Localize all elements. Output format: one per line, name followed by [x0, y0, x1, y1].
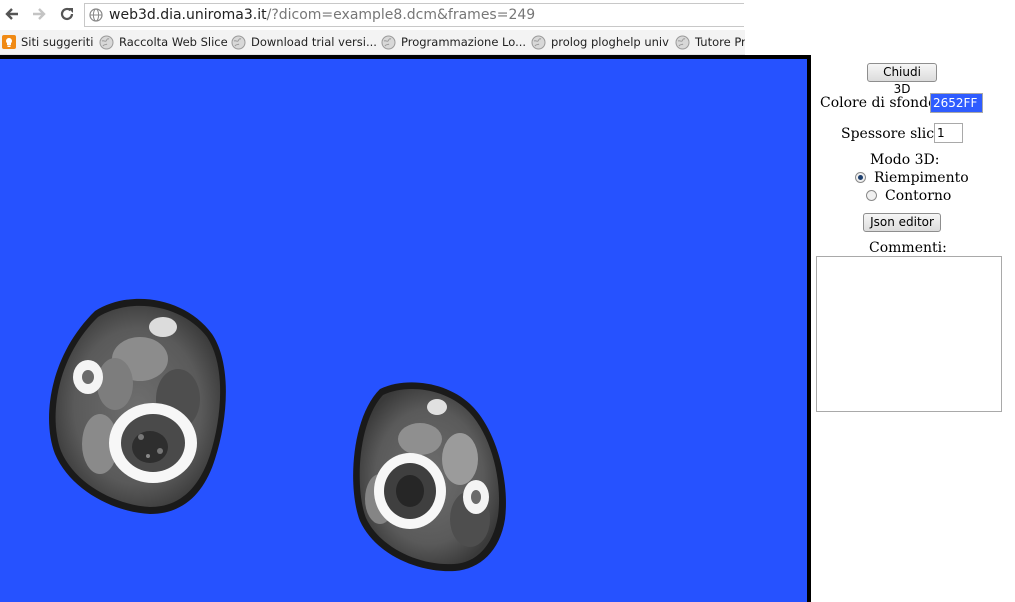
globe-icon	[675, 35, 690, 49]
3d-canvas[interactable]	[0, 59, 807, 602]
radio-fill-label: Riempimento	[874, 170, 969, 186]
address-bar[interactable]: web3d.dia.uniroma3.it/?dicom=example8.dc…	[84, 3, 744, 27]
comments-textarea[interactable]	[816, 256, 1002, 412]
page-globe-icon	[89, 8, 103, 22]
browser-toolbar: web3d.dia.uniroma3.it/?dicom=example8.dc…	[0, 0, 745, 30]
slice-thickness-input[interactable]: 1	[934, 123, 963, 143]
url-host: web3d.dia.uniroma3.it	[109, 7, 267, 23]
slice-thickness-label: Spessore slice:	[841, 126, 948, 142]
json-editor-button[interactable]: Json editor	[863, 213, 941, 232]
suggested-sites-icon	[2, 35, 16, 49]
globe-icon	[531, 35, 546, 49]
control-panel: Chiudi 3D Colore di sfondo: 2652FF Spess…	[812, 55, 1015, 602]
forward-arrow-icon	[33, 8, 46, 20]
back-button[interactable]	[1, 3, 23, 25]
bookmark-label: Programmazione Lo...	[401, 35, 527, 49]
bookmark-programmazione[interactable]: Programmazione Lo...	[381, 33, 526, 51]
ct-render	[49, 298, 506, 572]
globe-icon	[99, 35, 114, 49]
bookmark-label: Raccolta Web Slice	[119, 35, 228, 49]
reload-button[interactable]	[56, 3, 78, 25]
bg-color-input[interactable]: 2652FF	[930, 93, 983, 113]
url-text: web3d.dia.uniroma3.it/?dicom=example8.dc…	[109, 7, 535, 23]
bookmark-web-slice[interactable]: Raccolta Web Slice	[99, 33, 228, 51]
bookmark-label: prolog ploghelp univ	[551, 35, 669, 49]
ct-slice-left	[49, 298, 226, 514]
radio-fill[interactable]	[855, 172, 866, 183]
bookmark-tutore[interactable]: Tutore Pr	[675, 33, 745, 51]
bg-color-label: Colore di sfondo:	[820, 95, 942, 111]
bookmark-label: Tutore Pr	[695, 35, 745, 49]
reload-icon	[60, 7, 74, 21]
ct-slice-right	[353, 382, 506, 572]
comments-label: Commenti:	[869, 240, 947, 256]
bookmark-prolog[interactable]: prolog ploghelp univ	[531, 33, 669, 51]
radio-contour-label: Contorno	[885, 188, 952, 204]
close-3d-button[interactable]: Chiudi 3D	[867, 63, 937, 96]
bookmark-suggested-sites[interactable]: Siti suggeriti	[2, 33, 93, 51]
viewer-frame	[0, 55, 811, 602]
bookmark-label: Siti suggeriti	[21, 35, 94, 49]
forward-button[interactable]	[28, 3, 50, 25]
globe-icon	[381, 35, 396, 49]
globe-icon	[231, 35, 246, 49]
mode-3d-label: Modo 3D:	[870, 152, 940, 168]
bookmark-label: Download trial versi...	[251, 35, 377, 49]
url-path: /?dicom=example8.dcm&frames=249	[266, 7, 536, 23]
radio-contour[interactable]	[866, 190, 877, 201]
back-arrow-icon	[5, 8, 18, 20]
bookmark-download-trial[interactable]: Download trial versi...	[231, 33, 377, 51]
bookmarks-bar: Siti suggeriti Raccolta Web Slice Downlo…	[0, 30, 745, 55]
